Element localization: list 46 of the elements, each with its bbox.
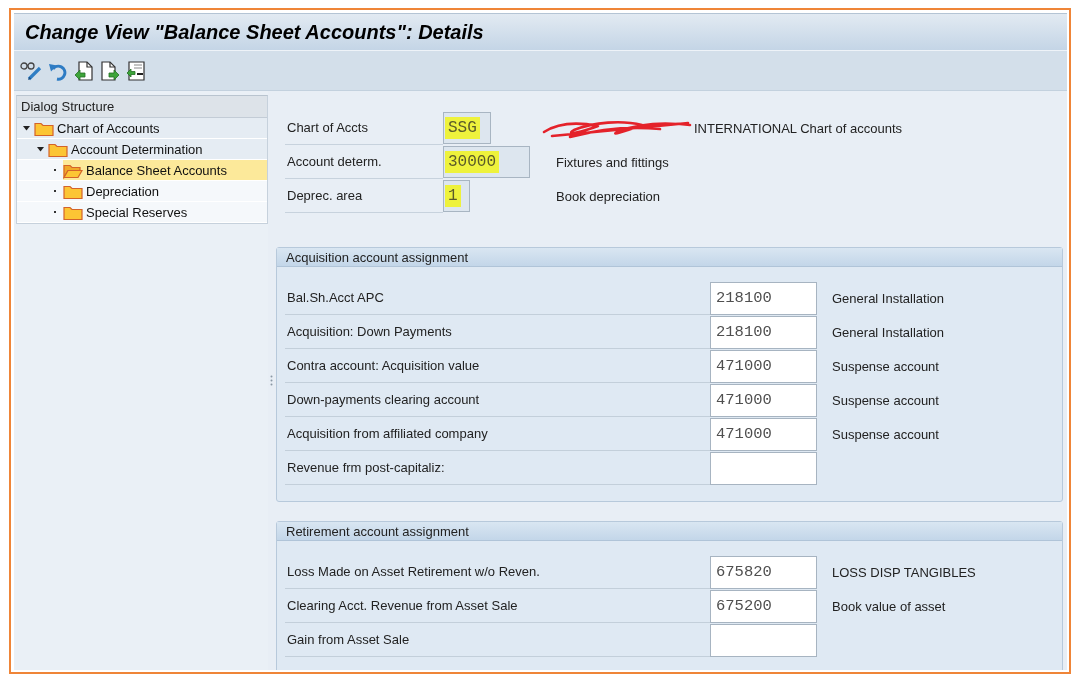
field-label: Acquisition: Down Payments [287,324,452,339]
account-field[interactable] [710,623,817,657]
field-label: Account determ. [287,154,382,169]
read-only-field[interactable]: 30000 [443,146,530,178]
field-label: Gain from Asset Sale [287,632,410,647]
group-title: Acquisition account assignment [277,248,1062,267]
field-description: INTERNATIONAL Chart of accounts [694,120,903,136]
account-description: Book value of asset [832,598,946,614]
account-field[interactable]: 471000 [710,383,817,417]
account-field[interactable]: 471000 [710,349,817,383]
account-description: Suspense account [832,426,939,442]
group-title: Retirement account assignment [277,522,1062,541]
panel-title: Dialog Structure [17,96,267,118]
account-field[interactable]: 471000 [710,417,817,451]
glasses-pencil-icon[interactable] [20,60,42,81]
field-label: Loss Made on Asset Retirement w/o Reven. [287,564,540,579]
page-right-arrow-icon[interactable] [100,60,120,81]
account-field[interactable]: 675820 [710,555,817,589]
account-field[interactable] [710,451,817,485]
tree-item[interactable]: Balance Sheet Accounts [63,160,267,180]
read-only-field[interactable]: 1 [443,180,470,212]
caret-icon[interactable] [37,146,44,152]
account-description: Suspense account [832,392,939,408]
field-label: Down-payments clearing account [287,392,480,407]
caret-icon[interactable] [23,125,30,131]
account-description: General Installation [832,324,944,340]
field-label: Deprec. area [287,188,363,203]
splitter-grip[interactable] [270,375,273,386]
account-description: LOSS DISP TANGIBLES [832,564,976,580]
field-label: Clearing Acct. Revenue from Asset Sale [287,598,518,613]
read-only-field[interactable]: SSG [443,112,491,144]
account-description: General Installation [832,290,944,306]
page-left-arrow-icon[interactable] [74,60,94,81]
page-arrow-minus-icon[interactable] [126,60,146,81]
field-label: Acquisition from affiliated company [287,426,488,441]
account-field[interactable]: 218100 [710,315,817,349]
account-description: Suspense account [832,358,939,374]
account-field[interactable]: 218100 [710,281,817,315]
window-title: Change View "Balance Sheet Accounts": Details [25,20,484,44]
account-field[interactable]: 675200 [710,589,817,623]
field-description: Fixtures and fittings [556,154,669,170]
field-description: Book depreciation [556,188,661,204]
field-label: Bal.Sh.Acct APC [287,290,384,305]
field-label: Chart of Accts [287,120,368,135]
field-label: Revenue frm post-capitaliz: [287,460,445,475]
field-label: Contra account: Acquisition value [287,358,480,373]
